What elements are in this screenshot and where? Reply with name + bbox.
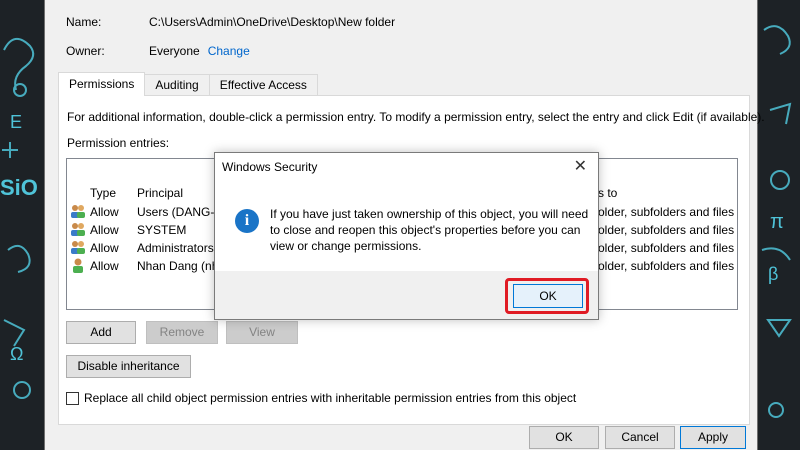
dialog-ok-button[interactable]: OK bbox=[513, 284, 583, 308]
close-icon[interactable]: ✕ bbox=[574, 156, 587, 176]
entry-applies-to: older, subfolders and files bbox=[598, 223, 735, 237]
tab-auditing[interactable]: Auditing bbox=[144, 74, 210, 96]
dialog-title: Windows Security bbox=[222, 160, 318, 174]
cancel-button[interactable]: Cancel bbox=[605, 426, 675, 449]
svg-text:β: β bbox=[768, 264, 778, 284]
column-header-principal[interactable]: Principal bbox=[137, 186, 183, 200]
entry-principal: Users (DANG-N bbox=[137, 205, 223, 219]
column-header-applies-to[interactable]: s to bbox=[598, 186, 617, 200]
entry-applies-to: older, subfolders and files bbox=[598, 259, 735, 273]
apply-button[interactable]: Apply bbox=[680, 426, 746, 449]
users-group-icon bbox=[71, 223, 85, 236]
owner-label: Owner: bbox=[66, 44, 105, 58]
info-icon: i bbox=[235, 209, 259, 233]
entry-applies-to: older, subfolders and files bbox=[598, 241, 735, 255]
entry-principal: Administrators ( bbox=[137, 241, 222, 255]
owner-row: Everyone Change bbox=[149, 44, 250, 58]
remove-button[interactable]: Remove bbox=[146, 321, 218, 344]
change-owner-link[interactable]: Change bbox=[208, 44, 250, 58]
entry-principal: Nhan Dang (nha bbox=[137, 259, 226, 273]
windows-security-dialog: Windows Security ✕ i If you have just ta… bbox=[214, 152, 599, 320]
tab-effective-access[interactable]: Effective Access bbox=[208, 74, 318, 96]
svg-text:Ω: Ω bbox=[10, 344, 23, 364]
view-button[interactable]: View bbox=[226, 321, 298, 344]
svg-text:SiO: SiO bbox=[0, 175, 38, 200]
object-path: C:\Users\Admin\OneDrive\Desktop\New fold… bbox=[149, 15, 396, 29]
entry-type: Allow bbox=[90, 223, 119, 237]
disable-inheritance-button[interactable]: Disable inheritance bbox=[66, 355, 191, 378]
svg-text:E: E bbox=[10, 112, 22, 132]
users-group-icon bbox=[71, 205, 85, 218]
replace-child-permissions-checkbox[interactable] bbox=[66, 392, 79, 405]
entry-type: Allow bbox=[90, 259, 119, 273]
owner-value: Everyone bbox=[149, 44, 200, 58]
entry-principal: SYSTEM bbox=[137, 223, 187, 237]
permissions-intro-text: For additional information, double-click… bbox=[67, 110, 765, 124]
svg-text:π: π bbox=[770, 211, 784, 233]
replace-child-permissions-label[interactable]: Replace all child object permission entr… bbox=[84, 391, 576, 405]
user-icon bbox=[73, 258, 83, 273]
ok-button[interactable]: OK bbox=[529, 426, 599, 449]
tab-strip: Permissions Auditing Effective Access bbox=[58, 72, 318, 96]
column-header-type[interactable]: Type bbox=[90, 186, 116, 200]
name-label: Name: bbox=[66, 15, 102, 29]
users-group-icon bbox=[71, 241, 85, 254]
permission-entries-label: Permission entries: bbox=[67, 136, 170, 150]
entry-type: Allow bbox=[90, 205, 119, 219]
tab-permissions[interactable]: Permissions bbox=[58, 72, 146, 96]
dialog-message: If you have just taken ownership of this… bbox=[270, 207, 589, 253]
add-button[interactable]: Add bbox=[66, 321, 136, 344]
entry-type: Allow bbox=[90, 241, 119, 255]
entry-applies-to: older, subfolders and files bbox=[598, 205, 735, 219]
